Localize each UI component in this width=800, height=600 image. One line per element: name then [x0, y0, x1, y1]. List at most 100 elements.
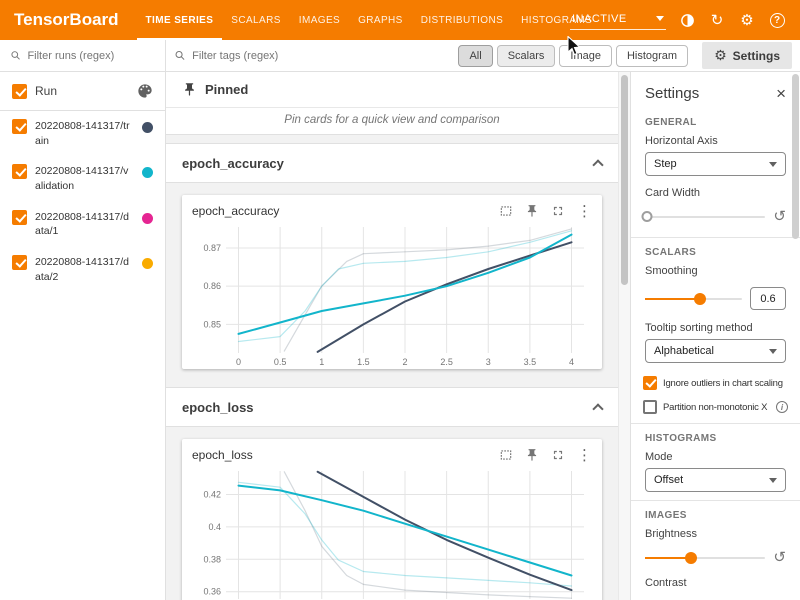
- svg-text:4: 4: [569, 357, 574, 367]
- ignore-outliers-row[interactable]: Ignore outliers in chart scaling: [631, 371, 800, 395]
- chevron-down-icon: [769, 478, 777, 483]
- collapse-section-icon[interactable]: [592, 159, 603, 170]
- histogram-mode-select[interactable]: Offset: [645, 468, 786, 492]
- run-checkbox[interactable]: [12, 164, 27, 179]
- svg-text:0.5: 0.5: [274, 357, 287, 367]
- section-epoch-loss[interactable]: epoch_loss: [166, 387, 618, 427]
- refresh-icon[interactable]: ↻: [708, 11, 726, 29]
- chip-scalars[interactable]: Scalars: [497, 45, 556, 67]
- pin-card-icon[interactable]: [525, 204, 539, 218]
- runs-header-row: Run: [0, 72, 165, 111]
- fit-domain-icon[interactable]: [499, 204, 513, 218]
- svg-text:0.36: 0.36: [203, 587, 221, 597]
- app-title: TensorBoard: [14, 10, 119, 30]
- more-options-icon[interactable]: ⋮: [577, 448, 592, 463]
- chart-card-title: epoch_loss: [192, 448, 499, 462]
- tag-toolbar: All Scalars Image Histogram ⚙ Settings: [166, 40, 800, 71]
- tag-filter-input[interactable]: [192, 50, 452, 62]
- brightness-slider[interactable]: [645, 557, 765, 559]
- svg-text:0.87: 0.87: [203, 243, 221, 253]
- fit-domain-icon[interactable]: [499, 448, 513, 462]
- horizontal-axis-label: Horizontal Axis: [631, 132, 800, 150]
- tag-filter-box: [174, 49, 452, 62]
- histogram-mode-label: Mode: [631, 448, 800, 466]
- svg-text:3: 3: [486, 357, 491, 367]
- reset-card-width-icon[interactable]: ↺: [773, 209, 786, 224]
- chart-card-actions: ⋮: [499, 204, 592, 219]
- run-checkbox[interactable]: [12, 255, 27, 270]
- chip-all[interactable]: All: [458, 45, 492, 67]
- main-scrollbar-thumb[interactable]: [621, 75, 628, 285]
- gear-icon: ⚙: [714, 47, 727, 64]
- run-color-dot: [142, 122, 153, 133]
- tab-distributions[interactable]: DISTRIBUTIONS: [412, 0, 512, 40]
- content-area: Run 20220808-141317/train 20220808-14131…: [0, 72, 800, 600]
- contrast-label: Contrast: [631, 574, 800, 592]
- run-filter-input[interactable]: [27, 50, 155, 62]
- tooltip-sorting-select[interactable]: Alphabetical: [645, 339, 786, 363]
- epoch-accuracy-chart[interactable]: 00.511.522.533.540.850.860.87: [190, 221, 594, 369]
- partition-x-axis-row[interactable]: Partition non-monotonic X axis i: [631, 395, 800, 419]
- tag-type-filter-chips: All Scalars Image Histogram: [458, 45, 688, 67]
- close-icon[interactable]: ×: [776, 85, 786, 102]
- smoothing-slider[interactable]: [645, 298, 742, 300]
- run-name: 20220808-141317/train: [35, 119, 134, 148]
- chart-card-actions: ⋮: [499, 448, 592, 463]
- tab-scalars[interactable]: SCALARS: [222, 0, 290, 40]
- run-row-data-2[interactable]: 20220808-141317/data/2: [0, 247, 165, 292]
- run-checkbox[interactable]: [12, 210, 27, 225]
- section-title: epoch_loss: [182, 400, 254, 415]
- more-options-icon[interactable]: ⋮: [577, 204, 592, 219]
- partition-x-axis-checkbox[interactable]: [643, 400, 657, 414]
- runs-header-label: Run: [35, 84, 129, 98]
- theme-toggle-icon[interactable]: [678, 11, 696, 29]
- select-all-runs-checkbox[interactable]: [12, 84, 27, 99]
- tab-time-series[interactable]: TIME SERIES: [137, 0, 223, 40]
- svg-text:2.5: 2.5: [440, 357, 453, 367]
- contrast-row: ↺: [631, 592, 800, 600]
- pinned-title: Pinned: [205, 82, 248, 97]
- tooltip-sorting-value: Alphabetical: [654, 345, 714, 357]
- run-row-data-1[interactable]: 20220808-141317/data/1: [0, 202, 165, 247]
- chip-image[interactable]: Image: [559, 45, 612, 67]
- epoch-loss-chart[interactable]: 00.511.522.533.540.360.380.40.42: [190, 465, 594, 600]
- svg-text:1: 1: [319, 357, 324, 367]
- scalars-section-label: SCALARS: [631, 240, 800, 262]
- pinned-section-header: Pinned: [166, 72, 618, 108]
- reset-brightness-icon[interactable]: ↺: [773, 550, 786, 565]
- run-checkbox[interactable]: [12, 119, 27, 134]
- settings-scrollbar-thumb[interactable]: [792, 74, 799, 239]
- run-color-dot: [142, 167, 153, 178]
- pin-card-icon[interactable]: [525, 448, 539, 462]
- palette-icon: [137, 83, 153, 99]
- main-content: Pinned Pin cards for a quick view and co…: [166, 72, 618, 600]
- help-icon[interactable]: ?: [768, 11, 786, 29]
- settings-gear-icon[interactable]: ⚙: [738, 11, 756, 29]
- info-icon[interactable]: i: [776, 401, 788, 413]
- settings-button-label: Settings: [733, 49, 780, 63]
- tab-graphs[interactable]: GRAPHS: [349, 0, 412, 40]
- smoothing-value-input[interactable]: [750, 287, 786, 310]
- fullscreen-icon[interactable]: [551, 204, 565, 218]
- horizontal-axis-select[interactable]: Step: [645, 152, 786, 176]
- svg-text:0.42: 0.42: [203, 489, 221, 499]
- collapse-section-icon[interactable]: [592, 403, 603, 414]
- ignore-outliers-label: Ignore outliers in chart scaling: [663, 378, 783, 389]
- run-row-train[interactable]: 20220808-141317/train: [0, 111, 165, 156]
- chip-histogram[interactable]: Histogram: [616, 45, 688, 67]
- tab-images[interactable]: IMAGES: [290, 0, 349, 40]
- reload-status-dropdown[interactable]: INACTIVE: [570, 11, 666, 30]
- divider: [631, 237, 800, 238]
- ignore-outliers-checkbox[interactable]: [643, 376, 657, 390]
- histogram-mode-value: Offset: [654, 474, 683, 486]
- epoch-loss-card-area: epoch_loss ⋮ 00.511.522.533.540.360.380.…: [166, 427, 618, 600]
- run-name: 20220808-141317/data/1: [35, 210, 134, 239]
- pin-icon: [182, 82, 197, 97]
- card-width-slider[interactable]: [645, 216, 765, 218]
- settings-button[interactable]: ⚙ Settings: [702, 42, 792, 69]
- reload-status-value: INACTIVE: [572, 13, 627, 25]
- run-row-validation[interactable]: 20220808-141317/validation: [0, 156, 165, 201]
- section-epoch-accuracy[interactable]: epoch_accuracy: [166, 143, 618, 183]
- chart-card-epoch-loss: epoch_loss ⋮ 00.511.522.533.540.360.380.…: [182, 439, 602, 600]
- fullscreen-icon[interactable]: [551, 448, 565, 462]
